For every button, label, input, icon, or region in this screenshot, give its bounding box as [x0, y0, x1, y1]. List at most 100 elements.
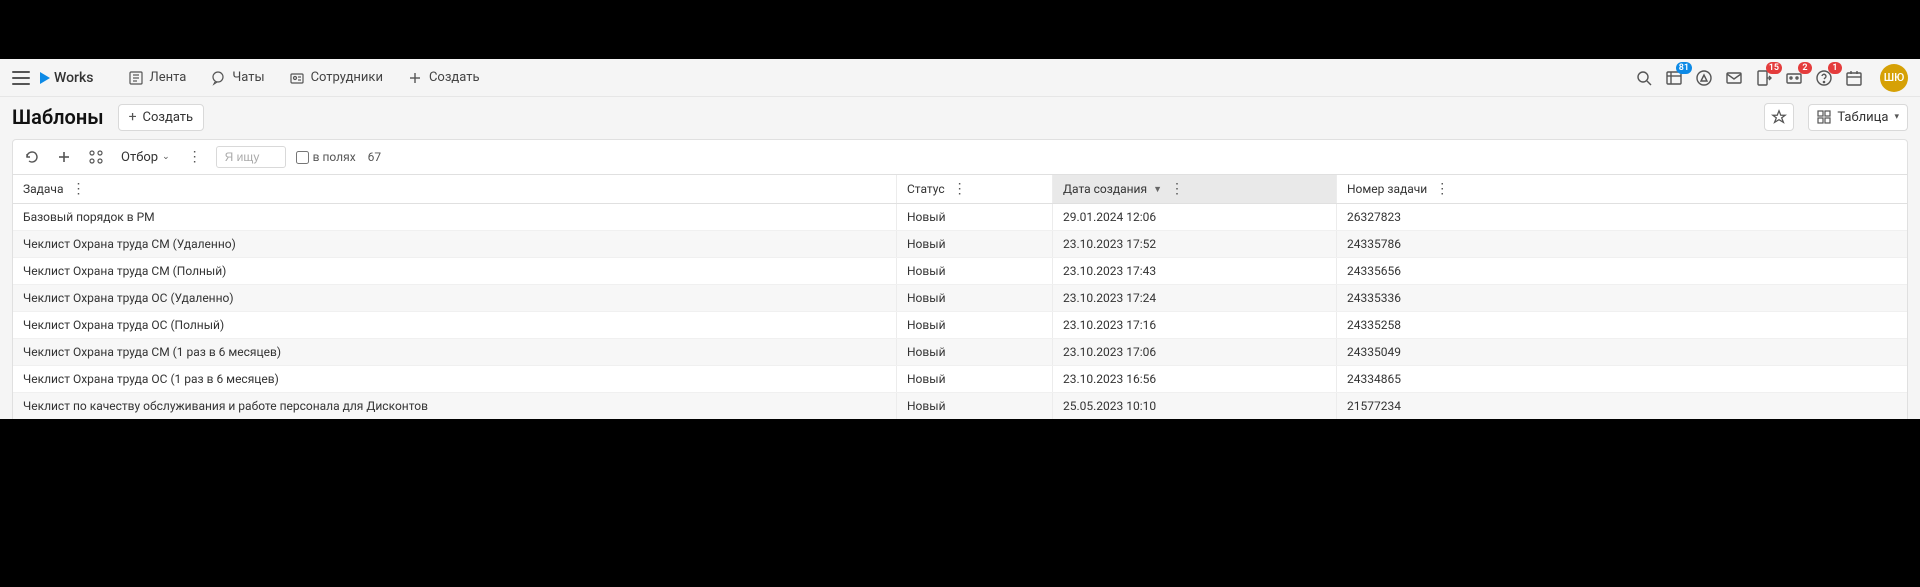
column-date[interactable]: Дата создания ▼ ⋮ [1053, 175, 1337, 203]
cell-date: 29.01.2024 12:06 [1053, 204, 1337, 230]
mail-icon[interactable] [1724, 68, 1744, 88]
cell-task: Чеклист Охрана труда ОС (Удаленно) [13, 285, 897, 311]
chat-icon [210, 70, 226, 86]
list-icon[interactable]: 81 [1664, 68, 1684, 88]
cell-number: 24335258 [1337, 312, 1907, 338]
table-row[interactable]: Чеклист Охрана труда ОС (1 раз в 6 месяц… [13, 366, 1907, 393]
calendar-icon[interactable] [1844, 68, 1864, 88]
view-mode-label: Таблица [1837, 110, 1888, 125]
table-row[interactable]: Чеклист Охрана труда СМ (1 раз в 6 месяц… [13, 339, 1907, 366]
top-nav: Works Лента Чаты Сотрудники Создать [0, 59, 1920, 97]
door-icon[interactable]: 15 [1754, 68, 1774, 88]
data-table: Задача ⋮ Статус ⋮ Дата создания ▼ ⋮ Номе… [12, 175, 1908, 419]
cell-task: Базовый порядок в РМ [13, 204, 897, 230]
result-count: 67 [368, 150, 382, 164]
nav-chats[interactable]: Чаты [198, 59, 276, 96]
nav-create[interactable]: Создать [395, 59, 492, 96]
brand-label[interactable]: Works [54, 70, 94, 86]
column-task[interactable]: Задача ⋮ [13, 175, 897, 203]
create-button-label: Создать [143, 110, 194, 125]
table-row[interactable]: Чеклист Охрана труда СМ (Удаленно)Новый2… [13, 231, 1907, 258]
page-header: Шаблоны + Создать Таблица ▾ [0, 97, 1920, 139]
page-title: Шаблоны [12, 105, 104, 129]
cell-date: 23.10.2023 16:56 [1053, 366, 1337, 392]
table-row[interactable]: Базовый порядок в РМНовый29.01.2024 12:0… [13, 204, 1907, 231]
logo-icon [40, 72, 50, 84]
refresh-button[interactable] [21, 146, 43, 168]
cell-number: 24335786 [1337, 231, 1907, 257]
cell-task: Чеклист Охрана труда ОС (Полный) [13, 312, 897, 338]
add-button[interactable] [53, 146, 75, 168]
nav-feed[interactable]: Лента [116, 59, 199, 96]
table-row[interactable]: Чеклист Охрана труда ОС (Удаленно)Новый2… [13, 285, 1907, 312]
star-icon [1771, 109, 1787, 125]
menu-icon[interactable] [12, 71, 30, 85]
inbox-icon[interactable]: 2 [1784, 68, 1804, 88]
nav-feed-label: Лента [150, 70, 187, 85]
apps-button[interactable] [85, 146, 107, 168]
right-icon-group: 81 15 2 1 ШЮ [1634, 64, 1908, 92]
cell-date: 25.05.2023 10:10 [1053, 393, 1337, 419]
plus-icon [407, 70, 423, 86]
badge-red-2: 2 [1798, 62, 1812, 74]
view-mode-toggle[interactable]: Таблица ▾ [1808, 104, 1908, 131]
search-icon[interactable] [1634, 68, 1654, 88]
cell-date: 23.10.2023 17:24 [1053, 285, 1337, 311]
column-date-label: Дата создания [1063, 182, 1147, 196]
cell-task: Чеклист Охрана труда ОС (1 раз в 6 месяц… [13, 366, 897, 392]
cell-task: Чеклист по качеству обслуживания и работ… [13, 393, 897, 419]
more-options-button[interactable]: ⋮ [184, 149, 206, 165]
feed-icon [128, 70, 144, 86]
cell-status: Новый [897, 204, 1053, 230]
nav-create-label: Создать [429, 70, 480, 85]
column-status-label: Статус [907, 182, 945, 196]
in-fields-label: в полях [313, 150, 356, 164]
cell-status: Новый [897, 231, 1053, 257]
cell-number: 24334865 [1337, 366, 1907, 392]
cell-status: Новый [897, 393, 1053, 419]
cell-status: Новый [897, 366, 1053, 392]
grid-icon [1817, 110, 1831, 124]
favorite-button[interactable] [1764, 103, 1794, 131]
cell-number: 24335336 [1337, 285, 1907, 311]
table-header: Задача ⋮ Статус ⋮ Дата создания ▼ ⋮ Номе… [13, 175, 1907, 204]
avatar-initials: ШЮ [1884, 71, 1905, 84]
filter-button[interactable]: Отбор ⌄ [117, 148, 174, 167]
plus-icon: + [129, 110, 137, 124]
cell-status: Новый [897, 258, 1053, 284]
column-menu-icon[interactable]: ⋮ [67, 181, 89, 197]
in-fields-checkbox[interactable]: в полях [296, 150, 356, 164]
cell-date: 23.10.2023 17:16 [1053, 312, 1337, 338]
table-row[interactable]: Чеклист Охрана труда СМ (Полный)Новый23.… [13, 258, 1907, 285]
column-menu-icon[interactable]: ⋮ [949, 181, 971, 197]
filter-label: Отбор [121, 150, 158, 165]
cell-status: Новый [897, 312, 1053, 338]
help-icon[interactable]: 1 [1814, 68, 1834, 88]
cell-date: 23.10.2023 17:52 [1053, 231, 1337, 257]
search-input[interactable] [216, 146, 286, 168]
nav-employees-label: Сотрудники [311, 70, 383, 85]
chevron-down-icon: ▾ [1894, 112, 1899, 122]
sort-desc-icon: ▼ [1153, 184, 1162, 195]
nav-employees[interactable]: Сотрудники [277, 59, 395, 96]
cell-date: 23.10.2023 17:43 [1053, 258, 1337, 284]
app-window: Works Лента Чаты Сотрудники Создать [0, 59, 1920, 419]
create-button[interactable]: + Создать [118, 104, 205, 131]
compass-icon[interactable] [1694, 68, 1714, 88]
column-status[interactable]: Статус ⋮ [897, 175, 1053, 203]
cell-date: 23.10.2023 17:06 [1053, 339, 1337, 365]
in-fields-checkbox-input[interactable] [296, 151, 309, 164]
column-number-label: Номер задачи [1347, 182, 1427, 196]
table-row[interactable]: Чеклист по качеству обслуживания и работ… [13, 393, 1907, 419]
table-row[interactable]: Чеклист Охрана труда ОС (Полный)Новый23.… [13, 312, 1907, 339]
column-number[interactable]: Номер задачи ⋮ [1337, 175, 1907, 203]
column-menu-icon[interactable]: ⋮ [1431, 181, 1453, 197]
nav-chats-label: Чаты [232, 70, 264, 85]
column-menu-icon[interactable]: ⋮ [1166, 181, 1188, 197]
badge-red-1: 15 [1766, 62, 1782, 74]
avatar[interactable]: ШЮ [1880, 64, 1908, 92]
cell-number: 24335049 [1337, 339, 1907, 365]
letterbox-bottom [0, 419, 1920, 587]
column-task-label: Задача [23, 182, 63, 196]
letterbox-top [0, 0, 1920, 59]
